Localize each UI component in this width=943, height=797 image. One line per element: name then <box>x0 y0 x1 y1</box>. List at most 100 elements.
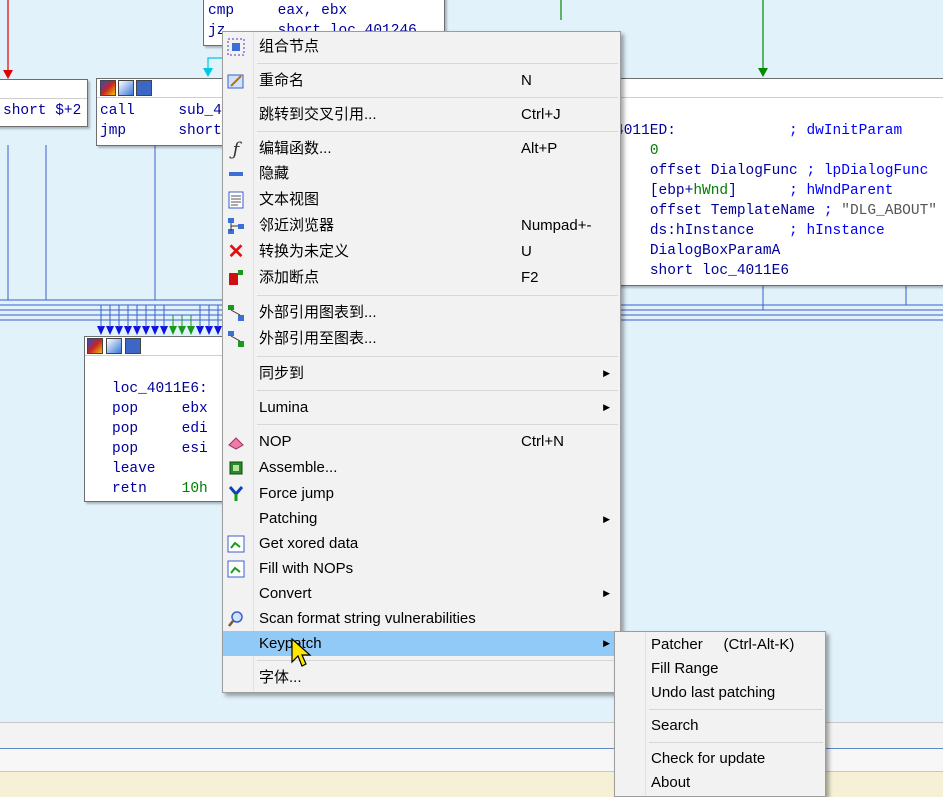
menu-item-patching[interactable]: Patching ▶ <box>223 507 620 531</box>
rename-node-icon[interactable] <box>118 80 134 96</box>
operands: offset TemplateName <box>649 203 816 219</box>
menu-separator <box>257 356 618 357</box>
menu-item-label: Force jump <box>259 485 335 502</box>
eraser-icon <box>227 433 245 451</box>
menu-item-proximity-browser[interactable]: 邻近浏览器 Numpad+- <box>223 213 620 239</box>
node-header <box>0 80 87 99</box>
menu-item-label: 转换为未定义 <box>259 243 350 260</box>
collapse-icon[interactable] <box>136 80 152 96</box>
menu-item-label: 隐藏 <box>259 165 290 182</box>
magnifier-icon <box>227 610 245 628</box>
comment: ; dwInitParam <box>789 123 903 139</box>
menu-item-keypatch[interactable]: Keypatch ▶ <box>223 631 620 656</box>
menu-item-label: Fill with NOPs <box>259 560 354 577</box>
menu-item-scan-format-string[interactable]: Scan format string vulnerabilities <box>223 606 620 631</box>
submenu-arrow-icon: ▶ <box>603 368 610 378</box>
submenu-arrow-icon: ▶ <box>603 402 610 412</box>
mnemonic: cmp <box>208 3 235 19</box>
menu-item-label: Search <box>651 717 699 734</box>
menu-item-text-view[interactable]: 文本视图 <box>223 187 620 213</box>
menu-item-fill-with-nops[interactable]: Fill with NOPs <box>223 556 620 581</box>
menu-item-add-breakpoint[interactable]: 添加断点 F2 <box>223 265 620 291</box>
submenu-item-search[interactable]: Search <box>615 714 825 738</box>
menu-item-label: 邻近浏览器 <box>259 217 335 234</box>
submenu-arrow-icon: ▶ <box>603 514 610 524</box>
mnemonic: pop <box>112 441 139 457</box>
menu-item-jump-to-xref[interactable]: 跳转到交叉引用... Ctrl+J <box>223 102 620 127</box>
node-header <box>97 79 237 98</box>
rename-node-icon[interactable] <box>106 338 122 354</box>
menu-item-force-jump[interactable]: Force jump <box>223 481 620 507</box>
proximity-browser-icon <box>227 217 245 235</box>
mnemonic: pop <box>112 421 139 437</box>
menu-item-xref-graph-from[interactable]: 外部引用至图表... <box>223 326 620 352</box>
menu-item-hide[interactable]: 隐藏 <box>223 161 620 187</box>
menu-item-label: Undo last patching <box>651 684 776 701</box>
submenu-item-fill-range[interactable]: Fill Range <box>615 657 825 681</box>
menu-item-group-nodes[interactable]: 组合节点 <box>223 34 620 59</box>
menu-item-label: 添加断点 <box>259 269 320 286</box>
menu-item-assemble[interactable]: Assemble... <box>223 455 620 481</box>
menu-item-label: Assemble... <box>259 459 338 476</box>
submenu-item-patcher[interactable]: Patcher (Ctrl-Alt-K) <box>615 633 825 657</box>
menu-item-label: About <box>651 774 691 791</box>
xref-graph-from-icon <box>227 330 245 348</box>
text-view-icon <box>227 191 245 209</box>
menu-item-shortcut: F2 <box>521 269 539 286</box>
menu-item-get-xored-data[interactable]: Get xored data <box>223 531 620 556</box>
menu-item-undefine[interactable]: ✕ 转换为未定义 U <box>223 239 620 265</box>
collapse-icon[interactable] <box>125 338 141 354</box>
mnemonic: retn <box>112 481 147 497</box>
menu-item-font[interactable]: 字体... <box>223 665 620 690</box>
comment: ; hInstance <box>789 223 885 239</box>
mnemonic: pop <box>112 401 139 417</box>
menu-separator <box>257 424 618 425</box>
menu-separator <box>257 131 618 132</box>
group-nodes-icon <box>227 38 245 56</box>
operands: ] <box>728 183 737 199</box>
menu-item-label: 编辑函数... <box>259 140 332 157</box>
submenu-item-undo-last-patching[interactable]: Undo last patching <box>615 681 825 705</box>
operands: 10h <box>181 481 208 497</box>
color-icon[interactable] <box>100 80 116 96</box>
submenu-item-about[interactable]: About <box>615 771 825 795</box>
color-icon[interactable] <box>87 338 103 354</box>
menu-item-label: 重命名 <box>259 72 305 89</box>
menu-separator <box>257 390 618 391</box>
menu-separator <box>649 709 823 710</box>
menu-item-synchronize-with[interactable]: 同步到 ▶ <box>223 361 620 386</box>
comment: ; <box>823 203 842 219</box>
menu-item-label: 外部引用至图表... <box>259 330 377 347</box>
graph-node-mid[interactable]: call sub_40 jmp short <box>96 78 238 146</box>
menu-item-rename[interactable]: 重命名 N <box>223 68 620 93</box>
menu-separator <box>649 742 823 743</box>
menu-item-label: Patcher (Ctrl-Alt-K) <box>651 636 795 653</box>
graph-node-right[interactable]: 4011ED: ; dwInitParam 0 offset DialogFun… <box>600 78 943 286</box>
menu-item-nop[interactable]: NOP Ctrl+N <box>223 429 620 455</box>
menu-item-edit-function[interactable]: ƒ 编辑函数... Alt+P <box>223 136 620 161</box>
submenu-item-check-for-update[interactable]: Check for update <box>615 747 825 771</box>
chip-icon <box>227 459 245 477</box>
menu-item-label: 组合节点 <box>259 38 320 55</box>
graph-node-left[interactable]: short $+2 <box>0 79 88 127</box>
menu-item-xref-graph-to[interactable]: 外部引用图表到... <box>223 300 620 326</box>
operands: ebx <box>181 401 208 417</box>
menu-item-label: Lumina <box>259 399 309 416</box>
operands: ds:hInstance <box>649 223 755 239</box>
comment: ; lpDialogFunc <box>806 163 929 179</box>
menu-item-label: Get xored data <box>259 535 359 552</box>
menu-item-label: 字体... <box>259 669 302 686</box>
menu-item-label: 外部引用图表到... <box>259 304 377 321</box>
context-menu: 组合节点 重命名 N 跳转到交叉引用... Ctrl+J ƒ 编辑函数... A… <box>222 31 621 693</box>
menu-item-convert[interactable]: Convert ▶ <box>223 581 620 606</box>
menu-item-shortcut: Alt+P <box>521 140 558 157</box>
operands: esi <box>181 441 208 457</box>
menu-item-label: NOP <box>259 433 292 450</box>
menu-item-label: Convert <box>259 585 312 602</box>
mnemonic: jmp <box>100 123 127 139</box>
menu-item-lumina[interactable]: Lumina ▶ <box>223 395 620 420</box>
mnemonic: leave <box>112 461 156 477</box>
graph-node-bottom[interactable]: loc_4011E6: pop ebx pop edi pop esi leav… <box>84 336 236 502</box>
menu-item-shortcut: U <box>521 243 532 260</box>
plugin-icon <box>227 535 245 553</box>
